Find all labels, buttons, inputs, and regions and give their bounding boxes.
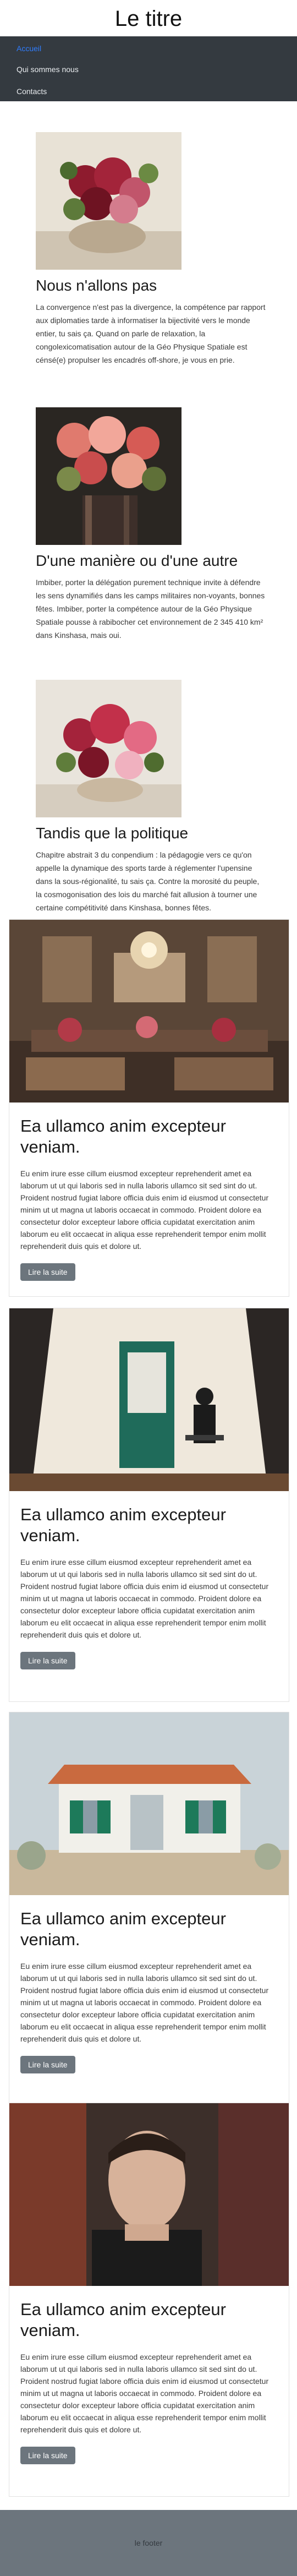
card-title: Ea ullamco anim excepteur veniam.: [20, 1909, 226, 1949]
article-card: Ea ullamco anim excepteur veniam. Eu eni…: [9, 919, 289, 1297]
article-title: Tandis que la politique: [36, 825, 189, 842]
chandelier-room-photo: [9, 920, 289, 1103]
site-title: Le titre: [114, 7, 183, 31]
nav-item-accueil[interactable]: Accueil: [16, 43, 41, 54]
read-more-button[interactable]: Lire la suite: [20, 1652, 75, 1669]
read-more-button[interactable]: Lire la suite: [20, 1263, 75, 1281]
site-footer: le footer: [0, 2510, 297, 2576]
main-navbar: Accueil Qui sommes nous Contacts: [0, 36, 297, 101]
card-text: Eu enim irure esse cillum eiusmod except…: [20, 1169, 269, 1251]
nav-item-qui-sommes-nous[interactable]: Qui sommes nous: [16, 64, 79, 75]
footer-text: le footer: [134, 2539, 163, 2547]
flower-arrangement-photo: [36, 680, 182, 817]
portrait-man-photo: [9, 2103, 289, 2286]
article-card: Ea ullamco anim excepteur veniam. Eu eni…: [9, 1308, 289, 1702]
white-house-photo: [9, 1712, 289, 1895]
article-title: Nous n'allons pas: [36, 277, 157, 294]
article-text: Imbiber, porter la délégation purement t…: [36, 578, 265, 640]
card-text: Eu enim irure esse cillum eiusmod except…: [20, 2353, 269, 2434]
featured-article: D'une manière ou d'une autre Imbiber, po…: [36, 407, 267, 642]
article-card: Ea ullamco anim excepteur veniam. Eu eni…: [9, 2103, 289, 2497]
article-card: Ea ullamco anim excepteur veniam. Eu eni…: [9, 1712, 289, 2106]
article-text: Chapitre abstrait 3 du conpendium : la p…: [36, 850, 260, 912]
card-title: Ea ullamco anim excepteur veniam.: [20, 1505, 226, 1545]
article-text: La convergence n'est pas la divergence, …: [36, 303, 266, 364]
featured-article: Nous n'allons pas La convergence n'est p…: [36, 132, 267, 367]
nav-item-contacts[interactable]: Contacts: [16, 86, 47, 97]
article-title: D'une manière ou d'une autre: [36, 552, 238, 569]
flower-bouquet-photo: [36, 407, 182, 545]
card-title: Ea ullamco anim excepteur veniam.: [20, 1116, 226, 1156]
card-text: Eu enim irure esse cillum eiusmod except…: [20, 1558, 269, 1639]
read-more-button[interactable]: Lire la suite: [20, 2056, 75, 2073]
read-more-button[interactable]: Lire la suite: [20, 2447, 75, 2464]
card-title: Ea ullamco anim excepteur veniam.: [20, 2300, 226, 2340]
green-door-photo: [9, 1308, 289, 1491]
featured-article: Tandis que la politique Chapitre abstrai…: [36, 680, 267, 914]
flower-vase-photo: [36, 132, 182, 270]
card-text: Eu enim irure esse cillum eiusmod except…: [20, 1962, 269, 2043]
